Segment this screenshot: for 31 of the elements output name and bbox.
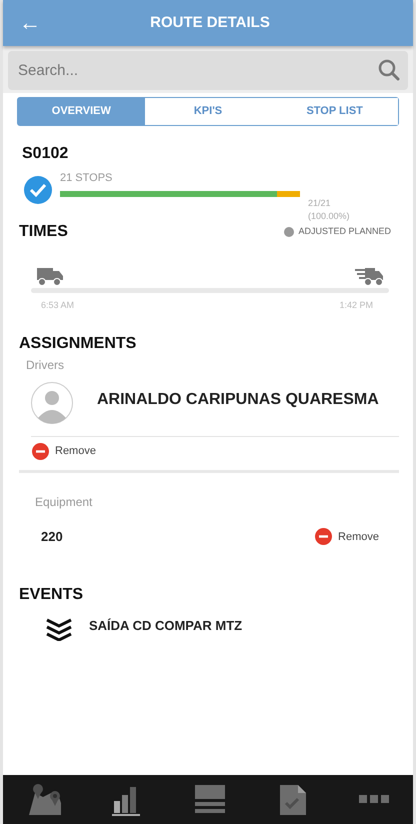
minus-circle-icon xyxy=(315,528,332,546)
route-code: S0102 xyxy=(22,144,70,164)
map-icon xyxy=(27,782,62,816)
more-icon xyxy=(358,795,389,804)
remove-button[interactable]: Remove xyxy=(32,443,96,460)
search-icon xyxy=(378,59,400,81)
legend-label: ADJUSTED PLANNED xyxy=(298,224,391,238)
end-time: 1:42 PM xyxy=(339,298,373,312)
remove-button[interactable]: Remove xyxy=(315,528,379,546)
nav-tab[interactable] xyxy=(27,782,62,816)
stops-count: 21/21 xyxy=(308,196,332,210)
screen-title: ROUTE DETAILS xyxy=(149,12,271,33)
driver-name: ARINALDO CARIPUNAS QUARESMA xyxy=(97,390,379,410)
avatar-icon xyxy=(31,382,73,424)
start-time: 6:53 AM xyxy=(41,298,74,312)
stops-percent: (100.00%) xyxy=(308,210,350,223)
section-title: EVENTS xyxy=(19,584,84,604)
drivers-label: Drivers xyxy=(26,357,65,374)
equipment-label: Equipment xyxy=(35,494,94,511)
tab[interactable]: OVERVIEW xyxy=(18,98,145,125)
event-label: SAÍDA CD COMPAR MTZ xyxy=(89,616,242,635)
section-title: TIMES xyxy=(19,222,68,242)
truck-icon xyxy=(37,266,63,286)
minus-circle-icon xyxy=(32,443,49,460)
stops-label: 21 STOPS xyxy=(60,171,114,186)
back-button[interactable]: ← xyxy=(15,12,45,34)
equipment-name: 220 xyxy=(41,528,63,546)
fast-truck-icon xyxy=(355,266,383,286)
section-title: ASSIGNMENTS xyxy=(19,334,138,354)
search-field[interactable]: Search... xyxy=(8,51,408,90)
layers-icon xyxy=(45,616,73,640)
